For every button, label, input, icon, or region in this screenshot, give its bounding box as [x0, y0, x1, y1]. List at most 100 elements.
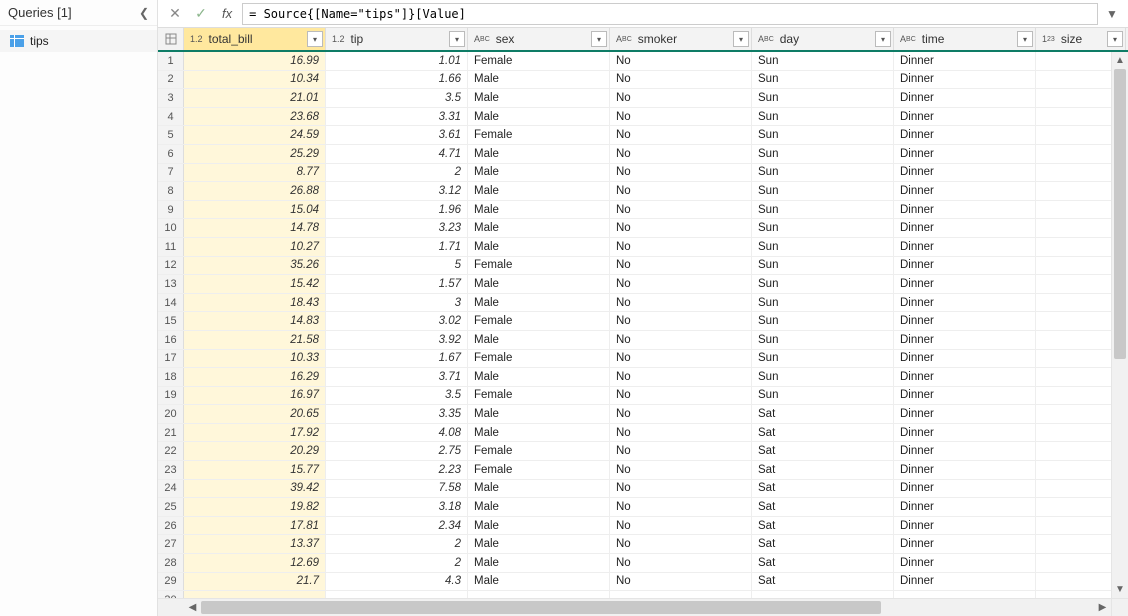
cell-day[interactable]: Sun — [752, 201, 894, 219]
cell-sex[interactable]: Male — [468, 201, 610, 219]
cell-day[interactable]: Sun — [752, 108, 894, 126]
cell-sex[interactable]: Male — [468, 238, 610, 256]
scroll-up-icon[interactable]: ▲ — [1112, 52, 1128, 69]
cell-time[interactable]: Dinner — [894, 182, 1036, 200]
cell-day[interactable]: Sun — [752, 52, 894, 70]
cell-day[interactable]: Sat — [752, 480, 894, 498]
cell-total_bill[interactable]: 16.99 — [184, 52, 326, 70]
cell-tip[interactable]: 3.35 — [326, 405, 468, 423]
cell-tip[interactable] — [326, 591, 468, 598]
table-row[interactable]: 1235.265FemaleNoSunDinner — [158, 257, 1128, 276]
cell-total_bill[interactable]: 15.42 — [184, 275, 326, 293]
cell-day[interactable]: Sun — [752, 312, 894, 330]
row-number[interactable]: 6 — [158, 145, 184, 163]
cell-tip[interactable]: 3.92 — [326, 331, 468, 349]
query-item-tips[interactable]: tips — [0, 30, 157, 52]
row-number[interactable]: 7 — [158, 164, 184, 182]
row-number[interactable]: 8 — [158, 182, 184, 200]
cell-sex[interactable]: Male — [468, 219, 610, 237]
cell-tip[interactable]: 3.31 — [326, 108, 468, 126]
cell-day[interactable]: Sun — [752, 275, 894, 293]
cell-tip[interactable]: 1.01 — [326, 52, 468, 70]
column-header-sex[interactable]: ABCsex▾ — [468, 28, 610, 50]
table-row[interactable]: 2812.692MaleNoSatDinner — [158, 554, 1128, 573]
cell-sex[interactable]: Male — [468, 480, 610, 498]
cell-sex[interactable]: Male — [468, 275, 610, 293]
cell-time[interactable]: Dinner — [894, 424, 1036, 442]
vscroll-thumb[interactable] — [1114, 69, 1126, 359]
cell-day[interactable]: Sun — [752, 350, 894, 368]
cell-tip[interactable]: 1.96 — [326, 201, 468, 219]
table-row[interactable]: 2220.292.75FemaleNoSatDinner — [158, 442, 1128, 461]
cell-smoker[interactable]: No — [610, 52, 752, 70]
cell-time[interactable]: Dinner — [894, 312, 1036, 330]
cell-tip[interactable]: 2 — [326, 535, 468, 553]
table-row[interactable]: 1710.331.67FemaleNoSunDinner — [158, 350, 1128, 369]
cell-day[interactable]: Sun — [752, 126, 894, 144]
cell-tip[interactable]: 2.23 — [326, 461, 468, 479]
cell-day[interactable]: Sun — [752, 145, 894, 163]
cell-total_bill[interactable]: 10.34 — [184, 71, 326, 89]
table-row[interactable]: 1418.433MaleNoSunDinner — [158, 294, 1128, 313]
cell-total_bill[interactable]: 17.92 — [184, 424, 326, 442]
cell-tip[interactable]: 3.02 — [326, 312, 468, 330]
table-row[interactable]: 915.041.96MaleNoSunDinner — [158, 201, 1128, 220]
cell-tip[interactable]: 3.5 — [326, 387, 468, 405]
cell-smoker[interactable]: No — [610, 368, 752, 386]
column-header-time[interactable]: ABCtime▾ — [894, 28, 1036, 50]
table-row[interactable]: 78.772MaleNoSunDinner — [158, 164, 1128, 183]
cell-tip[interactable]: 2.75 — [326, 442, 468, 460]
cell-time[interactable]: Dinner — [894, 71, 1036, 89]
column-header-tip[interactable]: 1.2tip▾ — [326, 28, 468, 50]
cell-time[interactable]: Dinner — [894, 405, 1036, 423]
cell-sex[interactable]: Male — [468, 71, 610, 89]
column-filter-icon[interactable]: ▾ — [307, 31, 323, 47]
cell-time[interactable]: Dinner — [894, 331, 1036, 349]
cell-tip[interactable]: 7.58 — [326, 480, 468, 498]
scroll-right-icon[interactable]: ▶ — [1094, 599, 1111, 616]
cell-time[interactable]: Dinner — [894, 573, 1036, 591]
cell-smoker[interactable]: No — [610, 405, 752, 423]
cell-total_bill[interactable]: 20.65 — [184, 405, 326, 423]
cell-total_bill[interactable]: 25.29 — [184, 145, 326, 163]
cell-smoker[interactable] — [610, 591, 752, 598]
cell-total_bill[interactable]: 24.59 — [184, 126, 326, 144]
cell-sex[interactable]: Female — [468, 442, 610, 460]
cell-day[interactable]: Sun — [752, 164, 894, 182]
table-row[interactable]: 116.991.01FemaleNoSunDinner — [158, 52, 1128, 71]
cell-smoker[interactable]: No — [610, 461, 752, 479]
cell-smoker[interactable]: No — [610, 219, 752, 237]
cell-time[interactable]: Dinner — [894, 387, 1036, 405]
table-row[interactable]: 524.593.61FemaleNoSunDinner — [158, 126, 1128, 145]
cell-total_bill[interactable]: 15.77 — [184, 461, 326, 479]
table-row[interactable]: 826.883.12MaleNoSunDinner — [158, 182, 1128, 201]
cell-sex[interactable]: Female — [468, 461, 610, 479]
table-row[interactable]: 30 — [158, 591, 1128, 598]
column-filter-icon[interactable]: ▾ — [1107, 31, 1123, 47]
cell-smoker[interactable]: No — [610, 312, 752, 330]
cell-total_bill[interactable]: 14.83 — [184, 312, 326, 330]
cell-time[interactable]: Dinner — [894, 219, 1036, 237]
cell-smoker[interactable]: No — [610, 275, 752, 293]
cell-tip[interactable]: 1.66 — [326, 71, 468, 89]
row-number[interactable]: 25 — [158, 498, 184, 516]
cell-total_bill[interactable]: 8.77 — [184, 164, 326, 182]
cell-smoker[interactable]: No — [610, 517, 752, 535]
cell-sex[interactable]: Male — [468, 108, 610, 126]
cell-sex[interactable]: Male — [468, 517, 610, 535]
cell-sex[interactable]: Male — [468, 145, 610, 163]
cell-day[interactable] — [752, 591, 894, 598]
cell-smoker[interactable]: No — [610, 498, 752, 516]
cell-day[interactable]: Sun — [752, 219, 894, 237]
table-row[interactable]: 423.683.31MaleNoSunDinner — [158, 108, 1128, 127]
cell-time[interactable]: Dinner — [894, 164, 1036, 182]
row-number[interactable]: 5 — [158, 126, 184, 144]
cell-day[interactable]: Sun — [752, 71, 894, 89]
cell-total_bill[interactable]: 39.42 — [184, 480, 326, 498]
cell-day[interactable]: Sun — [752, 387, 894, 405]
cell-day[interactable]: Sat — [752, 442, 894, 460]
column-header-total_bill[interactable]: 1.2total_bill▾ — [184, 28, 326, 50]
cell-smoker[interactable]: No — [610, 257, 752, 275]
cell-sex[interactable]: Male — [468, 573, 610, 591]
cell-smoker[interactable]: No — [610, 126, 752, 144]
